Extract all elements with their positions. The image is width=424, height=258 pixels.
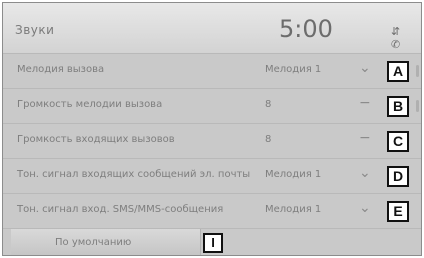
email-tone-value: Мелодия 1 [265, 169, 322, 180]
sounds-screen: Звуки 5:00 ⇵ ✆ Мелодия вызова Мелодия 1 … [2, 2, 422, 256]
incoming-call-volume-value: 8 [265, 134, 272, 145]
row-edge-marker [416, 65, 419, 77]
sms-tone-label: Тон. сигнал вход. SMS/MMS-сообщения [17, 204, 224, 215]
clock: 5:00 [279, 15, 333, 43]
default-button[interactable]: По умолчанию [11, 229, 201, 255]
sms-tone-value: Мелодия 1 [265, 204, 322, 215]
chevron-down-icon: ⌄ [359, 200, 371, 216]
email-tone-row[interactable]: Тон. сигнал входящих сообщений эл. почты… [3, 158, 421, 193]
callout-a: A [387, 61, 409, 82]
callout-c: C [387, 131, 409, 152]
ringtone-volume-row[interactable]: Громкость мелодии вызова 8 − B [3, 88, 421, 123]
incoming-call-volume-label: Громкость входящих вызовов [17, 134, 175, 145]
ringtone-value: Мелодия 1 [265, 64, 322, 75]
incoming-call-volume-row[interactable]: Громкость входящих вызовов 8 − C [3, 123, 421, 158]
ringtone-label: Мелодия вызова [17, 64, 105, 75]
sms-tone-row[interactable]: Тон. сигнал вход. SMS/MMS-сообщения Мело… [3, 193, 421, 228]
header-bar: Звуки 5:00 ⇵ ✆ [3, 3, 421, 53]
screen-title: Звуки [15, 23, 55, 37]
minus-icon[interactable]: − [359, 95, 371, 111]
default-button-label: По умолчанию [55, 237, 132, 248]
callout-b: B [387, 96, 409, 117]
row-edge-marker [416, 100, 419, 112]
bottom-bar: По умолчанию I [3, 228, 421, 255]
status-icons: ⇵ ✆ [391, 25, 405, 51]
chevron-down-icon: ⌄ [359, 60, 371, 76]
ringtone-volume-value: 8 [265, 99, 272, 110]
email-tone-label: Тон. сигнал входящих сообщений эл. почты [17, 169, 251, 180]
minus-icon[interactable]: − [359, 130, 371, 146]
callout-i: I [203, 233, 223, 253]
callout-d: D [387, 166, 409, 187]
ringtone-volume-label: Громкость мелодии вызова [17, 99, 163, 110]
chevron-down-icon: ⌄ [359, 165, 371, 181]
ringtone-row[interactable]: Мелодия вызова Мелодия 1 ⌄ A [3, 53, 421, 88]
callout-e: E [387, 201, 409, 222]
